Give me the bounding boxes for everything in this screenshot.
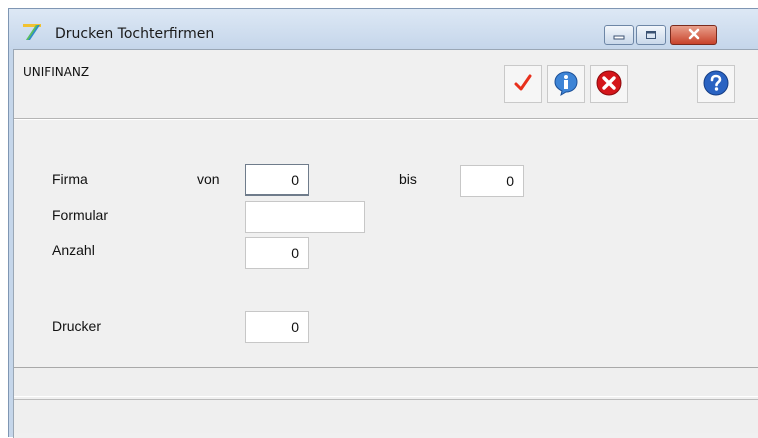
maximize-button[interactable] — [636, 25, 666, 45]
minimize-icon — [613, 28, 625, 43]
help-question-icon — [702, 69, 730, 100]
maximize-icon — [645, 28, 657, 43]
anzahl-input[interactable] — [245, 237, 309, 269]
firma-von-input[interactable] — [245, 164, 309, 196]
formular-input[interactable] — [245, 201, 365, 233]
drucker-input[interactable] — [245, 311, 309, 343]
firma-label: Firma — [52, 171, 88, 187]
window-title: Drucken Tochterfirmen — [55, 26, 215, 42]
info-icon — [552, 69, 580, 100]
help-button[interactable] — [697, 65, 735, 103]
close-icon — [687, 28, 701, 43]
company-name: UNIFINANZ — [23, 65, 90, 79]
status-bar-upper — [14, 367, 758, 397]
info-button[interactable] — [547, 65, 585, 103]
drucker-label: Drucker — [52, 318, 102, 334]
checkmark-icon — [512, 72, 534, 97]
close-window-button[interactable] — [670, 25, 717, 45]
ok-button[interactable] — [504, 65, 542, 103]
anzahl-label: Anzahl — [52, 242, 95, 258]
bis-label: bis — [399, 171, 417, 187]
firma-bis-input[interactable] — [460, 165, 524, 197]
cancel-button[interactable] — [590, 65, 628, 103]
minimize-button[interactable] — [604, 25, 634, 45]
toolbar: UNIFINANZ — [14, 50, 758, 119]
von-label: von — [197, 171, 220, 187]
cancel-x-icon — [595, 69, 623, 100]
pencil-app-icon — [21, 21, 43, 41]
title-bar[interactable]: Drucken Tochterfirmen — [9, 9, 758, 49]
formular-label: Formular — [52, 207, 109, 223]
status-bar-lower — [14, 399, 758, 433]
print-dialog-window: Drucken Tochterfirmen UNIFINANZ Firma vo… — [8, 8, 758, 438]
dialog-body: UNIFINANZ Firma von 0 bis 0 Formular Anz… — [13, 49, 758, 438]
